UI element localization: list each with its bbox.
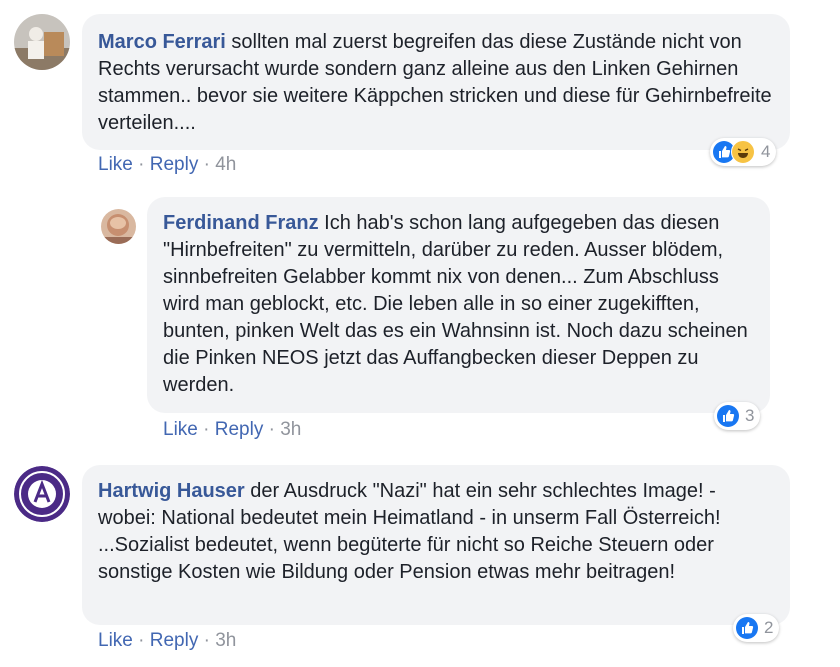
reply-link[interactable]: Reply	[215, 419, 264, 440]
like-link[interactable]: Like	[98, 630, 133, 651]
separator: ·	[203, 419, 210, 440]
reaction-count: 4	[761, 142, 771, 161]
reaction-summary[interactable]: 2	[733, 614, 780, 642]
like-link[interactable]: Like	[98, 154, 133, 175]
comment-bubble: Ferdinand Franz Ich hab's schon lang auf…	[147, 197, 770, 413]
comment-actions: Like · Reply · 4h	[98, 154, 236, 176]
like-icon	[736, 617, 758, 639]
separator: ·	[203, 630, 210, 651]
separator: ·	[268, 419, 275, 440]
avatar[interactable]	[14, 14, 70, 70]
comment-bubble: Marco Ferrari sollten mal zuerst begreif…	[82, 14, 790, 150]
reply-link[interactable]: Reply	[150, 630, 199, 651]
timestamp[interactable]: 3h	[215, 630, 236, 651]
haha-icon	[731, 140, 755, 164]
like-icon	[717, 405, 739, 427]
avatar[interactable]	[14, 466, 70, 522]
comment-actions: Like · Reply · 3h	[98, 630, 236, 652]
timestamp[interactable]: 3h	[280, 419, 301, 440]
avatar[interactable]	[101, 209, 136, 244]
separator: ·	[138, 630, 145, 651]
comment-bubble: Hartwig Hauser der Ausdruck "Nazi" hat e…	[82, 465, 790, 625]
reaction-summary[interactable]: 3	[714, 402, 761, 430]
comment-text: Ich hab's schon lang aufgegeben das dies…	[163, 212, 748, 396]
reply-link[interactable]: Reply	[150, 154, 199, 175]
comment-author[interactable]: Ferdinand Franz	[163, 212, 319, 234]
reaction-count: 3	[745, 406, 755, 425]
timestamp[interactable]: 4h	[215, 154, 236, 175]
separator: ·	[203, 154, 210, 175]
reaction-count: 2	[764, 618, 774, 637]
separator: ·	[138, 154, 145, 175]
like-link[interactable]: Like	[163, 419, 198, 440]
comment-author[interactable]: Hartwig Hauser	[98, 480, 245, 502]
reaction-summary[interactable]: 4	[710, 138, 777, 166]
comment-author[interactable]: Marco Ferrari	[98, 31, 226, 53]
comment-actions: Like · Reply · 3h	[163, 419, 301, 441]
